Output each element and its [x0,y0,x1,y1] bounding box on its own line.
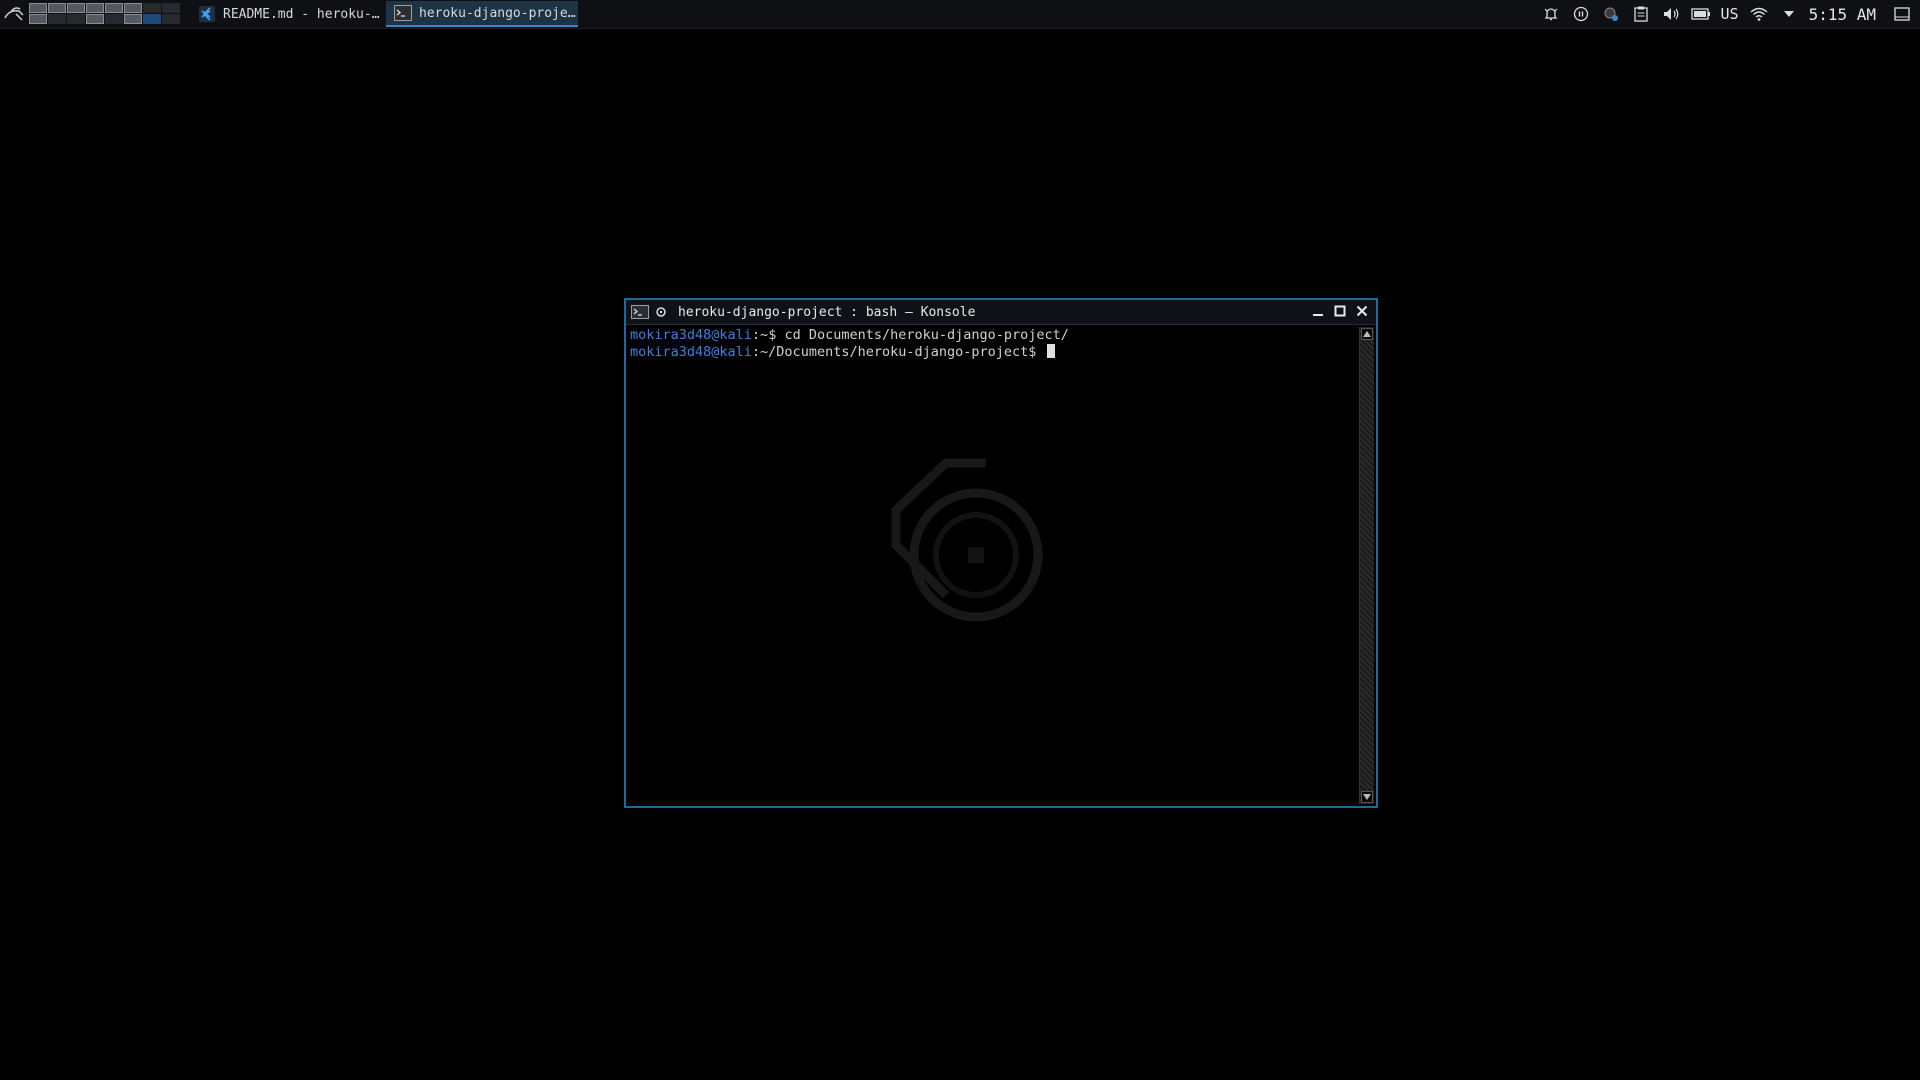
terminal-line: mokira3d48@kali:~/Documents/heroku-djang… [630,344,1358,361]
terminal-icon [394,5,412,21]
pager-cell[interactable] [105,14,123,24]
konsole-window[interactable]: heroku-django-project : bash — Konsole m… [624,298,1378,808]
vscode-icon [198,6,216,22]
pager-cell[interactable] [67,14,85,24]
maximize-button[interactable] [1332,303,1348,319]
clock[interactable]: 5:15 AM [1809,5,1876,24]
pager-cell[interactable] [124,3,142,13]
pager-cell[interactable] [86,14,104,24]
prompt-symbol: $ [768,327,785,343]
prompt-user: mokira3d48@kali [630,344,752,360]
media-pause-icon[interactable] [1571,4,1591,24]
close-button[interactable] [1354,303,1370,319]
pager-cell[interactable] [67,3,85,13]
network-manager-icon[interactable] [1601,4,1621,24]
pager-cell[interactable] [162,3,180,13]
pager-cell[interactable] [86,3,104,13]
scroll-down-button[interactable] [1361,791,1373,803]
taskbar-item-readme[interactable]: README.md - heroku-… [190,1,380,27]
taskbar-item-label: README.md - heroku-… [223,6,380,22]
pager-cell[interactable] [124,14,142,24]
minimize-button[interactable] [1310,303,1326,319]
pager-cell[interactable] [29,14,47,24]
wifi-icon[interactable] [1749,4,1769,24]
window-title: heroku-django-project : bash — Konsole [678,304,976,320]
keep-above-icon[interactable] [654,305,668,319]
prompt-path: :~ [751,327,769,343]
pager-cell[interactable] [48,14,66,24]
top-panel: README.md - heroku-… heroku-django-proje… [0,0,1920,29]
taskbar-item-konsole[interactable]: heroku-django-proje… [386,1,578,27]
pager-cell[interactable] [143,3,161,13]
clipboard-icon[interactable] [1631,4,1651,24]
battery-icon[interactable] [1690,4,1711,24]
prompt-symbol: $ [1028,344,1045,360]
pager-cell[interactable] [105,3,123,13]
prompt-path: :~/Documents/heroku-django-project [751,344,1029,360]
terminal-output[interactable]: mokira3d48@kali:~$ cd Documents/heroku-d… [630,327,1358,804]
scroll-up-button[interactable] [1361,328,1373,340]
konsole-app-icon[interactable] [630,303,650,321]
workspace-pager[interactable] [29,3,180,24]
pager-cell[interactable] [48,3,66,13]
window-titlebar[interactable]: heroku-django-project : bash — Konsole [626,300,1376,325]
pager-cell[interactable] [29,3,47,13]
taskbar-item-label: heroku-django-proje… [419,5,576,21]
prompt-user: mokira3d48@kali [630,327,752,343]
pager-cell-current[interactable] [143,14,161,24]
notifications-icon[interactable] [1541,4,1561,24]
system-tray: US 5:15 AM [1541,0,1920,28]
vertical-scrollbar[interactable] [1359,327,1374,804]
terminal-line: mokira3d48@kali:~$ cd Documents/heroku-d… [630,327,1358,344]
show-desktop-icon[interactable] [1892,4,1912,24]
tray-expand-icon[interactable] [1779,4,1799,24]
pager-cell[interactable] [162,14,180,24]
kali-menu-icon[interactable] [2,3,26,25]
keyboard-layout-indicator[interactable]: US [1721,5,1739,23]
command-text: cd Documents/heroku-django-project/ [784,327,1069,343]
text-cursor [1046,344,1055,358]
volume-icon[interactable] [1661,4,1681,24]
